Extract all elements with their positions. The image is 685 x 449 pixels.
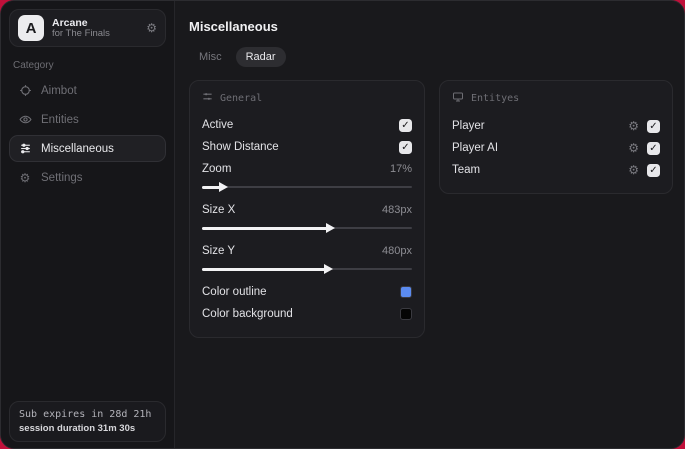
sidebar-item-miscellaneous[interactable]: Miscellaneous xyxy=(9,135,166,162)
row-label: Size X xyxy=(202,204,236,216)
panel-title: General xyxy=(220,92,263,104)
brand-subtitle: for The Finals xyxy=(52,27,110,39)
slider-fill xyxy=(202,267,326,271)
row-label: Active xyxy=(202,119,234,131)
team-checkbox[interactable]: ✓ xyxy=(647,163,660,177)
sidebar-item-entities[interactable]: Entities xyxy=(9,106,166,133)
player-checkbox[interactable]: ✓ xyxy=(647,119,660,133)
sliders-icon xyxy=(18,142,32,155)
brand-text: Arcane for The Finals xyxy=(52,17,138,40)
slider-row-size-x: Size X 483px xyxy=(202,199,412,221)
monitor-icon xyxy=(452,91,464,106)
sidebar: A Arcane for The Finals ⚙ Category Aimbo… xyxy=(1,1,175,448)
zoom-slider[interactable] xyxy=(202,182,412,192)
sidebar-item-label: Settings xyxy=(41,171,83,184)
size-y-value: 480px xyxy=(382,245,412,257)
entity-row-player: Player ⚙ ✓ xyxy=(452,115,660,137)
check-icon: ✓ xyxy=(401,119,410,131)
slider-fill xyxy=(202,226,328,230)
page-title: Miscellaneous xyxy=(189,19,278,34)
check-icon: ✓ xyxy=(649,120,658,132)
gear-icon[interactable]: ⚙ xyxy=(628,163,639,177)
eye-icon xyxy=(18,113,32,126)
row-label: Color background xyxy=(202,308,293,320)
row-label: Size Y xyxy=(202,245,236,257)
sliders-icon xyxy=(202,91,213,105)
sidebar-item-label: Aimbot xyxy=(41,84,77,97)
slider-thumb[interactable] xyxy=(323,264,333,274)
slider-thumb[interactable] xyxy=(218,182,228,192)
active-checkbox[interactable]: ✓ xyxy=(399,118,412,132)
zoom-value: 17% xyxy=(389,163,412,175)
panel-title: Entityes xyxy=(471,93,520,104)
brand-card: A Arcane for The Finals ⚙ xyxy=(9,9,166,47)
brand-title: Arcane xyxy=(52,16,88,29)
entities-panel-header: Entityes xyxy=(452,91,660,106)
size-y-slider[interactable] xyxy=(202,264,412,274)
color-row-background: Color background xyxy=(202,303,412,325)
row-label: Team xyxy=(452,164,481,176)
check-icon: ✓ xyxy=(649,164,658,176)
color-background-swatch[interactable] xyxy=(400,308,412,320)
app-window: A Arcane for The Finals ⚙ Category Aimbo… xyxy=(0,0,685,449)
slider-track xyxy=(202,186,412,188)
subscription-card: Sub expires in 28d 21h session duration … xyxy=(9,401,166,442)
panels-row: General Active ✓ Show Distance ✓ Zoom 17… xyxy=(189,80,673,338)
sidebar-item-label: Entities xyxy=(41,113,79,126)
gear-icon[interactable]: ⚙ xyxy=(628,141,639,155)
player-ai-checkbox[interactable]: ✓ xyxy=(647,141,660,155)
entity-row-team: Team ⚙ ✓ xyxy=(452,159,660,181)
row-label: Show Distance xyxy=(202,141,279,153)
gear-icon: ⚙ xyxy=(19,170,31,185)
main-content: Miscellaneous Misc Radar General Active … xyxy=(175,1,684,448)
session-duration-text: session duration 31m 30s xyxy=(19,423,136,434)
row-label: Color outline xyxy=(202,286,267,298)
row-label: Player xyxy=(452,120,485,132)
row-label: Zoom xyxy=(202,163,232,175)
crosshair-icon xyxy=(18,84,32,97)
color-outline-swatch[interactable] xyxy=(400,286,412,298)
check-icon: ✓ xyxy=(649,142,658,154)
slider-row-size-y: Size Y 480px xyxy=(202,240,412,262)
size-x-slider[interactable] xyxy=(202,223,412,233)
tab-misc[interactable]: Misc xyxy=(189,47,232,67)
check-icon: ✓ xyxy=(401,141,410,153)
entities-panel: Entityes Player ⚙ ✓ Player AI ⚙ ✓ Team ⚙… xyxy=(439,80,673,194)
tab-radar[interactable]: Radar xyxy=(235,47,286,67)
size-x-value: 483px xyxy=(382,204,412,216)
sidebar-item-label: Miscellaneous xyxy=(41,142,114,155)
category-label: Category xyxy=(13,60,54,71)
gear-icon[interactable]: ⚙ xyxy=(628,119,639,133)
sub-expiry-text: Sub expires in 28d 21h xyxy=(19,409,152,420)
entity-row-player-ai: Player AI ⚙ ✓ xyxy=(452,137,660,159)
row-label: Player AI xyxy=(452,142,499,154)
slider-row-zoom: Zoom 17% xyxy=(202,158,412,180)
app-logo: A xyxy=(18,15,44,41)
show-distance-checkbox[interactable]: ✓ xyxy=(399,140,412,154)
toggle-row-show-distance: Show Distance ✓ xyxy=(202,136,412,158)
toggle-row-active: Active ✓ xyxy=(202,114,412,136)
tab-bar: Misc Radar xyxy=(189,47,673,67)
sidebar-nav: Aimbot Entities Miscellaneous ⚙ Settings xyxy=(9,77,166,191)
general-panel-header: General xyxy=(202,91,412,105)
color-row-outline: Color outline xyxy=(202,281,412,303)
slider-thumb[interactable] xyxy=(326,223,335,233)
sidebar-item-settings[interactable]: ⚙ Settings xyxy=(9,164,166,191)
gear-icon[interactable]: ⚙ xyxy=(146,21,157,35)
sidebar-item-aimbot[interactable]: Aimbot xyxy=(9,77,166,104)
general-panel: General Active ✓ Show Distance ✓ Zoom 17… xyxy=(189,80,425,338)
